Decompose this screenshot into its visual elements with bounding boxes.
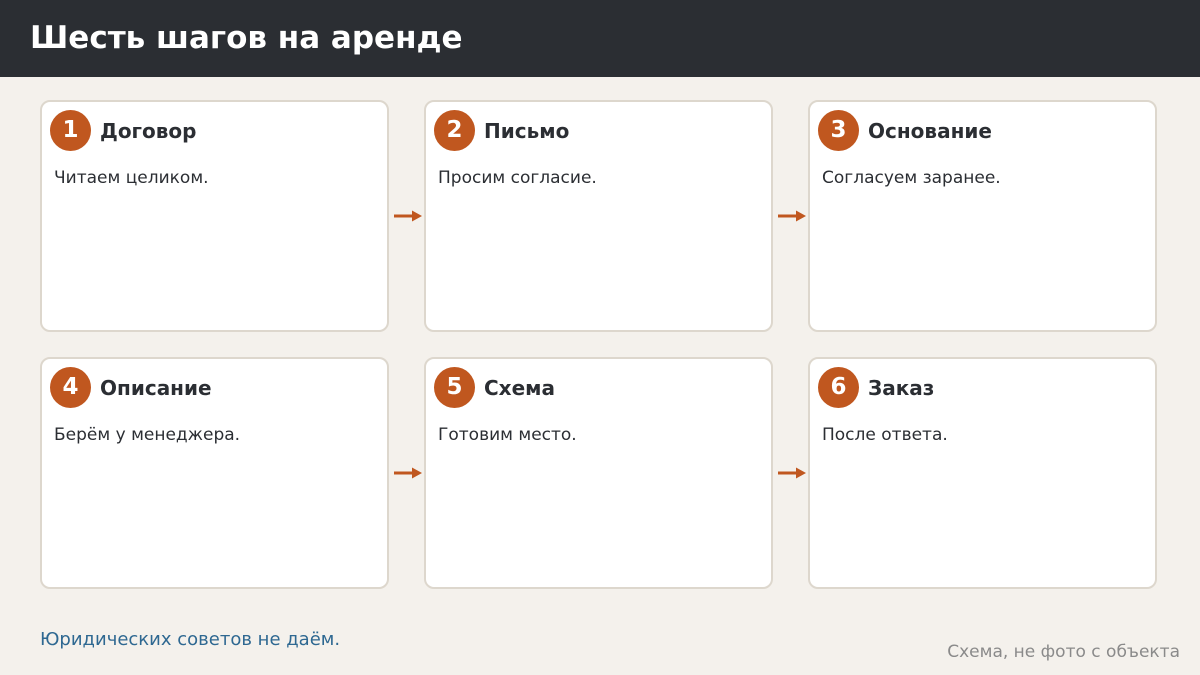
step-title: Заказ	[868, 376, 935, 400]
step-title: Письмо	[484, 119, 570, 143]
step-card-2: 2 Письмо Просим согласие.	[424, 100, 773, 332]
step-card-6: 6 Заказ После ответа.	[808, 357, 1157, 589]
step-description: Готовим место.	[438, 425, 577, 445]
step-number-badge: 5	[434, 367, 475, 408]
step-number-badge: 2	[434, 110, 475, 151]
step-description: После ответа.	[822, 425, 948, 445]
step-number-badge: 4	[50, 367, 91, 408]
step-card-1: 1 Договор Читаем целиком.	[40, 100, 389, 332]
page-title: Шесть шагов на аренде	[30, 20, 463, 56]
step-number-badge: 3	[818, 110, 859, 151]
disclaimer-note: Юридических советов не даём.	[40, 629, 341, 650]
step-number-badge: 1	[50, 110, 91, 151]
header-bar: Шесть шагов на аренде	[0, 0, 1200, 77]
step-title: Описание	[100, 376, 212, 400]
step-card-4: 4 Описание Берём у менеджера.	[40, 357, 389, 589]
step-description: Читаем целиком.	[54, 168, 209, 188]
step-title: Схема	[484, 376, 555, 400]
step-description: Просим согласие.	[438, 168, 597, 188]
step-card-5: 5 Схема Готовим место.	[424, 357, 773, 589]
step-description: Согласуем заранее.	[822, 168, 1001, 188]
arrow-right-icon	[394, 210, 422, 222]
arrow-right-icon	[778, 467, 806, 479]
step-description: Берём у менеджера.	[54, 425, 241, 445]
step-title: Основание	[868, 119, 992, 143]
image-caption: Схема, не фото с объекта	[947, 642, 1180, 662]
step-title: Договор	[100, 119, 197, 143]
arrow-right-icon	[394, 467, 422, 479]
step-card-3: 3 Основание Согласуем заранее.	[808, 100, 1157, 332]
step-number-badge: 6	[818, 367, 859, 408]
arrow-right-icon	[778, 210, 806, 222]
